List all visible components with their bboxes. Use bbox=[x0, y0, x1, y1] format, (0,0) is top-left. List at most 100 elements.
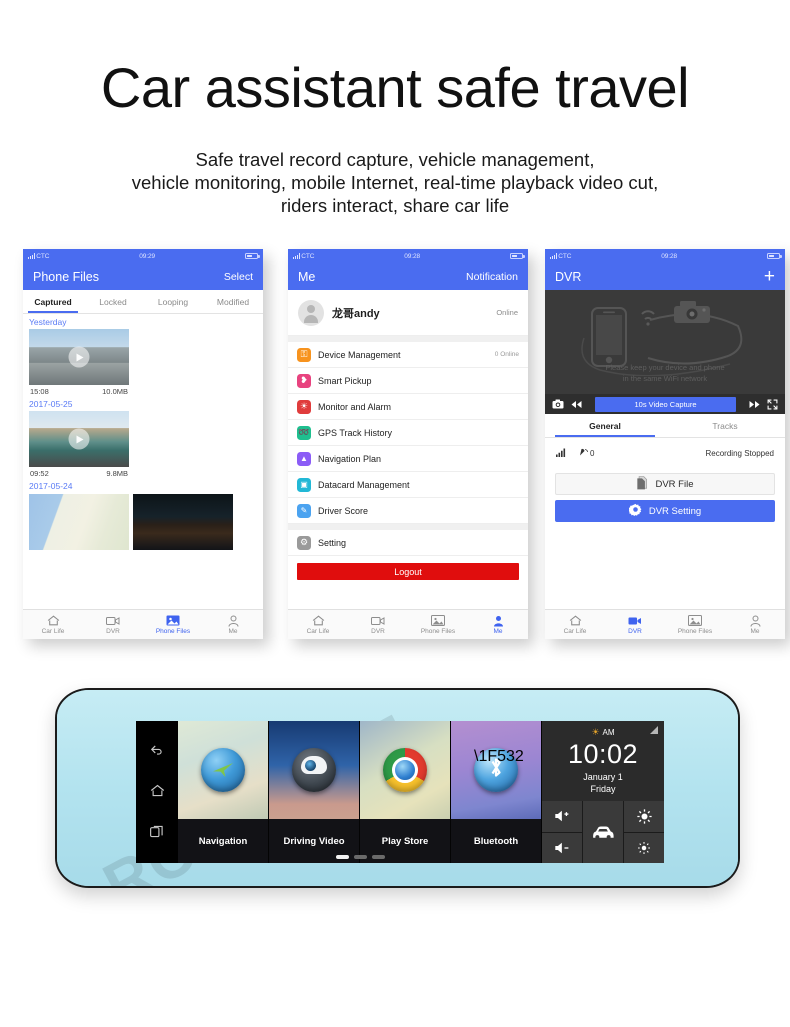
chrome-browser-icon bbox=[383, 748, 427, 792]
tab-label: Me bbox=[750, 628, 760, 635]
play-icon[interactable] bbox=[68, 428, 90, 450]
tab-car-life[interactable]: Car Life bbox=[23, 614, 83, 635]
menu-item-datacard-management[interactable]: ▣ Datacard Management bbox=[288, 472, 528, 498]
profile-row[interactable]: 龙哥andy Online bbox=[288, 290, 528, 336]
app-bluetooth[interactable]: Bluetooth bbox=[451, 721, 542, 863]
video-thumbnail[interactable] bbox=[29, 411, 129, 467]
day-label: 2017-05-25 bbox=[29, 399, 73, 409]
signal-triangle-icon bbox=[650, 726, 658, 734]
back-icon[interactable] bbox=[150, 744, 164, 758]
tab-car-life[interactable]: Car Life bbox=[288, 614, 348, 635]
ampm-row: ☀ AM bbox=[591, 727, 614, 738]
tab-locked[interactable]: Locked bbox=[83, 290, 143, 313]
page-root: Car assistant safe travel Safe travel re… bbox=[0, 0, 790, 1027]
page-subtitle: Safe travel record capture, vehicle mana… bbox=[0, 148, 790, 217]
tab-tracks[interactable]: Tracks bbox=[665, 414, 785, 437]
nav-bar: Me Notification bbox=[288, 263, 528, 290]
tab-dvr[interactable]: DVR bbox=[83, 614, 143, 635]
page-title: Car assistant safe travel bbox=[100, 56, 690, 119]
tab-dvr[interactable]: DVR bbox=[348, 614, 408, 635]
dvr-video-viewer[interactable]: Please keep your device and phone in the… bbox=[545, 290, 785, 414]
menu-item-label: Datacard Management bbox=[318, 479, 410, 490]
volume-up-button[interactable] bbox=[542, 801, 582, 832]
fullscreen-icon[interactable] bbox=[767, 399, 778, 410]
notification-button[interactable]: Notification bbox=[466, 271, 518, 283]
volume-down-button[interactable] bbox=[542, 832, 582, 863]
menu-item-setting[interactable]: ⚙ Setting bbox=[288, 530, 528, 556]
tab-phone-files[interactable]: Phone Files bbox=[143, 614, 203, 635]
brightness-up-button[interactable] bbox=[624, 801, 664, 832]
person-icon bbox=[750, 614, 761, 627]
gear-icon: ⚙ bbox=[297, 535, 311, 550]
page-indicator[interactable] bbox=[178, 855, 542, 859]
tab-looping[interactable]: Looping bbox=[143, 290, 203, 313]
dvr-file-button[interactable]: DVR File bbox=[555, 473, 775, 495]
mirror-touchscreen[interactable]: Navigation Driving Video Play Store 🔲 Bl… bbox=[136, 721, 664, 863]
page-dot-active[interactable] bbox=[335, 855, 349, 859]
menu-item-smart-pickup[interactable]: ❥ Smart Pickup bbox=[288, 368, 528, 394]
key-icon: ⚿ bbox=[297, 347, 311, 362]
menu-item-navigation-plan[interactable]: ▲ Navigation Plan bbox=[288, 446, 528, 472]
tab-general[interactable]: General bbox=[545, 414, 665, 437]
tab-phone-files[interactable]: Phone Files bbox=[665, 614, 725, 635]
app-artwork bbox=[451, 721, 541, 819]
menu-item-monitor-and-alarm[interactable]: ☀ Monitor and Alarm bbox=[288, 394, 528, 420]
menu-item-label: Smart Pickup bbox=[318, 375, 372, 386]
recents-icon[interactable] bbox=[150, 825, 164, 840]
page-dot[interactable] bbox=[353, 855, 367, 859]
clip-meta: 15:08 10.0MB bbox=[29, 385, 129, 396]
video-thumbnail[interactable] bbox=[29, 329, 129, 385]
tab-car-life[interactable]: Car Life bbox=[545, 614, 605, 635]
brightness-down-button[interactable] bbox=[624, 832, 664, 863]
video-thumbnail[interactable] bbox=[133, 494, 233, 550]
status-bar-time: 09:28 bbox=[404, 252, 421, 260]
file-filter-tabs: Captured Locked Looping Modified bbox=[23, 290, 263, 314]
tab-dvr[interactable]: DVR bbox=[605, 614, 665, 635]
file-icon bbox=[636, 475, 648, 493]
dashcam-robot-icon bbox=[292, 748, 336, 792]
add-device-button[interactable]: + bbox=[764, 267, 775, 286]
select-button[interactable]: Select bbox=[224, 271, 253, 283]
clip-time: 15:08 bbox=[30, 387, 49, 396]
menu-item-device-management[interactable]: ⚿ Device Management 0 Online bbox=[288, 342, 528, 368]
status-bar-left: CTC bbox=[293, 253, 314, 260]
dvr-general-body: 0 Recording Stopped DVR File DVR Setting bbox=[545, 438, 785, 609]
fast-forward-icon[interactable] bbox=[749, 400, 760, 409]
signal-bars-icon bbox=[28, 253, 36, 259]
tab-me[interactable]: Me bbox=[468, 614, 528, 635]
tab-me[interactable]: Me bbox=[725, 614, 785, 635]
pairing-hint-line-1: Please keep your device and phone bbox=[605, 363, 725, 372]
home-icon[interactable] bbox=[150, 784, 165, 799]
app-artwork bbox=[178, 721, 268, 819]
map-thumbnail[interactable] bbox=[29, 494, 129, 550]
play-icon[interactable] bbox=[68, 346, 90, 368]
camera-icon[interactable] bbox=[552, 399, 564, 409]
menu-item-driver-score[interactable]: ✎ Driver Score bbox=[288, 498, 528, 524]
app-navigation[interactable]: Navigation bbox=[178, 721, 269, 863]
menu-item-gps-track-history[interactable]: ➿ GPS Track History bbox=[288, 420, 528, 446]
sun-icon: ☀ bbox=[591, 727, 600, 737]
photo-icon bbox=[431, 614, 445, 627]
tab-modified[interactable]: Modified bbox=[203, 290, 263, 313]
status-bar-left: CTC bbox=[28, 253, 49, 260]
tab-me[interactable]: Me bbox=[203, 614, 263, 635]
logout-button[interactable]: Logout bbox=[297, 563, 519, 580]
thumbnail-pair bbox=[29, 494, 263, 550]
app-driving-video[interactable]: Driving Video bbox=[269, 721, 360, 863]
dvr-setting-button[interactable]: DVR Setting bbox=[555, 500, 775, 522]
page-dot[interactable] bbox=[371, 855, 385, 859]
rewind-icon[interactable] bbox=[571, 400, 582, 409]
car-button[interactable] bbox=[583, 801, 623, 863]
menu-item-label: GPS Track History bbox=[318, 427, 393, 438]
app-play-store[interactable]: Play Store bbox=[360, 721, 451, 863]
menu-item-label: Monitor and Alarm bbox=[318, 401, 392, 412]
tab-captured[interactable]: Captured bbox=[23, 290, 83, 313]
video-capture-button[interactable]: 10s Video Capture bbox=[595, 396, 736, 412]
dvr-status-row: 0 Recording Stopped bbox=[545, 438, 785, 468]
me-body: 龙哥andy Online ⚿ Device Management 0 Onli… bbox=[288, 290, 528, 609]
clock-date: January 1 Friday bbox=[583, 771, 623, 795]
nav-bar: DVR + bbox=[545, 263, 785, 290]
tab-label: Me bbox=[493, 628, 503, 635]
tab-phone-files[interactable]: Phone Files bbox=[408, 614, 468, 635]
clock-time: 10:02 bbox=[567, 739, 639, 769]
